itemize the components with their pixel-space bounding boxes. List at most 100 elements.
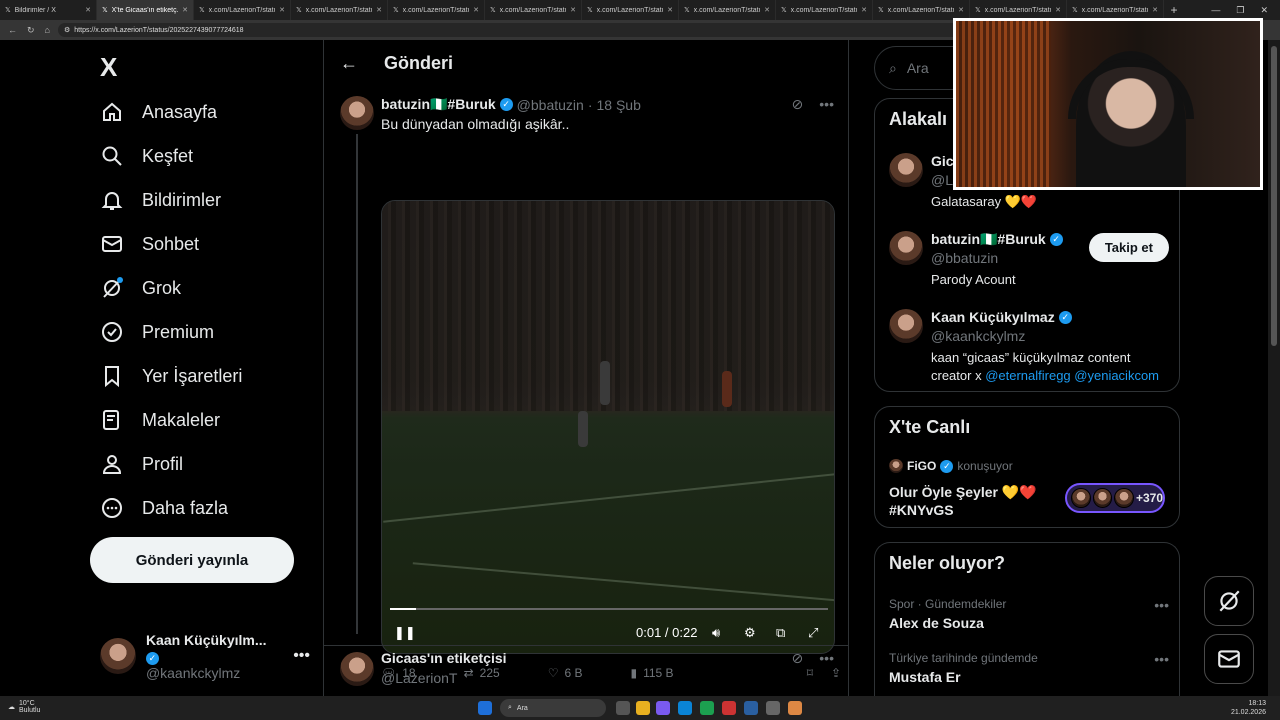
close-icon[interactable]: ✕: [182, 6, 188, 14]
nav-item-explore[interactable]: Keşfet: [100, 136, 193, 176]
close-icon[interactable]: ✕: [1055, 6, 1061, 14]
browser-tab[interactable]: 𝕏 Bildirimler / X ✕: [0, 0, 97, 20]
start-icon[interactable]: [478, 701, 492, 715]
search-icon: ⌕: [889, 59, 897, 76]
share-icon[interactable]: ⇪: [831, 666, 841, 680]
home-browser-icon[interactable]: ⌂: [45, 25, 50, 35]
post-button[interactable]: Gönderi yayınla: [90, 537, 294, 583]
more-icon[interactable]: •••: [819, 650, 834, 667]
close-icon[interactable]: ✕: [1152, 6, 1158, 14]
nav-item-chat[interactable]: Sohbet: [100, 224, 199, 264]
file-explorer-icon[interactable]: [636, 701, 650, 715]
close-icon[interactable]: ✕: [958, 6, 964, 14]
messages-fab-button[interactable]: [1204, 634, 1254, 684]
browser-tab-active[interactable]: 𝕏 X'te Gicaas'ın etiketç... ✕: [97, 0, 194, 20]
taskbar-search[interactable]: ⌕ Ara: [500, 699, 606, 717]
weather-widget[interactable]: ☁ 10°C Bulutlu: [8, 700, 40, 714]
tweet-author-name[interactable]: batuzin🇳🇬#Buruk: [381, 96, 496, 113]
more-icon[interactable]: •••: [293, 647, 310, 665]
avatar[interactable]: [340, 96, 374, 130]
back-icon[interactable]: ←: [8, 25, 17, 35]
reply-author-name[interactable]: Gicaas'ın etiketçisi: [381, 650, 507, 666]
nav-item-more[interactable]: Daha fazla: [100, 488, 228, 528]
grok-icon[interactable]: ⊘: [792, 650, 804, 667]
browser-tab[interactable]: 𝕏x.com/LazerionT/status/20...✕: [776, 0, 873, 20]
taskbar-clock[interactable]: 18:13 21.02.2026: [1231, 699, 1266, 717]
views-button[interactable]: ▮ 115 B: [630, 666, 673, 680]
more-icon[interactable]: •••: [819, 96, 834, 113]
browser-tab[interactable]: 𝕏x.com/LazerionT/status/20...✕: [679, 0, 776, 20]
avatar[interactable]: [340, 652, 374, 686]
more-icon[interactable]: •••: [1154, 597, 1169, 613]
edge-icon[interactable]: [678, 701, 692, 715]
like-button[interactable]: ♡ 6 B: [548, 666, 583, 680]
nav-item-bookmarks[interactable]: Yer İşaretleri: [100, 356, 242, 396]
pip-icon[interactable]: ⧉: [776, 625, 785, 641]
window-controls: — ❐ ✕: [1211, 0, 1280, 20]
browser-tab[interactable]: 𝕏x.com/LazerionT/status/20...✕: [194, 0, 291, 20]
space-card[interactable]: Olur Öyle Şeyler 💛❤️ #KNYvGS: [889, 483, 1037, 519]
close-icon[interactable]: ✕: [473, 6, 479, 14]
new-tab-button[interactable]: +: [1164, 3, 1184, 17]
reply-author-handle[interactable]: @LazerionT: [381, 670, 457, 686]
reload-icon[interactable]: ↻: [27, 25, 35, 36]
close-icon[interactable]: ✕: [764, 6, 770, 14]
browser-tab[interactable]: 𝕏x.com/LazerionT/status/20...✕: [1067, 0, 1164, 20]
browser-tab[interactable]: 𝕏x.com/LazerionT/status/20...✕: [388, 0, 485, 20]
app-icon[interactable]: [700, 701, 714, 715]
close-icon[interactable]: ✕: [279, 6, 285, 14]
listeners-badge[interactable]: +370: [1065, 483, 1165, 513]
close-icon[interactable]: ✕: [85, 6, 91, 14]
app-icon[interactable]: [722, 701, 736, 715]
x-icon: 𝕏: [684, 7, 690, 14]
x-logo[interactable]: X: [100, 52, 117, 83]
browser-tab[interactable]: 𝕏x.com/LazerionT/status/20...✕: [970, 0, 1067, 20]
trend-item[interactable]: Türkiye tarihinde gündemde Mustafa Er ••…: [889, 651, 1169, 685]
settings-icon[interactable]: ⚙: [744, 625, 756, 641]
maximize-icon[interactable]: ❐: [1236, 5, 1244, 16]
nav-item-notifications[interactable]: Bildirimler: [100, 180, 221, 220]
video-progress-bar[interactable]: [390, 608, 828, 610]
app-icon[interactable]: [766, 701, 780, 715]
grok-fab-button[interactable]: [1204, 576, 1254, 626]
nav-item-profile[interactable]: Profil: [100, 444, 183, 484]
mention-link[interactable]: @eternalfiregg: [985, 368, 1070, 383]
more-icon[interactable]: •••: [1154, 651, 1169, 667]
close-icon[interactable]: ✕: [667, 6, 673, 14]
tweet-author-handle[interactable]: @bbatuzin: [517, 97, 584, 113]
mention-link[interactable]: @yeniacikcom: [1074, 368, 1159, 383]
fullscreen-icon[interactable]: ⤢: [808, 625, 818, 641]
discord-icon[interactable]: [656, 701, 670, 715]
browser-tab[interactable]: 𝕏x.com/LazerionT/status/20...✕: [485, 0, 582, 20]
nav-item-articles[interactable]: Makaleler: [100, 400, 220, 440]
browser-tab[interactable]: 𝕏x.com/LazerionT/status/20...✕: [582, 0, 679, 20]
back-arrow-icon[interactable]: ←: [340, 53, 358, 74]
trend-item[interactable]: Spor · Gündemdekiler Alex de Souza •••: [889, 597, 1169, 631]
close-icon[interactable]: ✕: [376, 6, 382, 14]
nav-item-home[interactable]: Anasayfa: [100, 92, 217, 132]
repost-button[interactable]: ⇄ 225: [464, 666, 500, 680]
close-icon[interactable]: ✕: [570, 6, 576, 14]
grok-icon[interactable]: ⊘: [792, 96, 804, 113]
nav-item-grok[interactable]: Grok: [100, 268, 181, 308]
volume-icon[interactable]: 🔊︎: [712, 625, 720, 641]
account-switcher[interactable]: Kaan Küçükyılm... ✓ @kaankckylmz •••: [100, 632, 310, 681]
more-circle-icon: [100, 496, 124, 520]
pause-icon[interactable]: ❚❚: [394, 625, 416, 641]
task-view-icon[interactable]: [616, 701, 630, 715]
close-window-icon[interactable]: ✕: [1260, 5, 1268, 16]
close-icon[interactable]: ✕: [861, 6, 867, 14]
browser-tab[interactable]: 𝕏x.com/LazerionT/status/20...✕: [873, 0, 970, 20]
nav-item-premium[interactable]: Premium: [100, 312, 214, 352]
steam-icon[interactable]: [744, 701, 758, 715]
tweet-time[interactable]: 18 Şub: [597, 97, 641, 113]
video-player[interactable]: ❚❚ 0:01 / 0:22 🔊︎ ⚙ ⧉ ⤢: [381, 200, 835, 654]
minimize-icon[interactable]: —: [1211, 5, 1220, 15]
bookmark-icon[interactable]: ⌑: [807, 666, 813, 680]
scrollbar[interactable]: [1268, 40, 1280, 696]
browser-tab[interactable]: 𝕏x.com/LazerionT/status/20...✕: [291, 0, 388, 20]
chrome-icon[interactable]: [788, 701, 802, 715]
site-info-icon[interactable]: ⚙: [64, 26, 70, 34]
follow-button[interactable]: Takip et: [1088, 233, 1169, 262]
scrollbar-thumb[interactable]: [1271, 46, 1277, 346]
